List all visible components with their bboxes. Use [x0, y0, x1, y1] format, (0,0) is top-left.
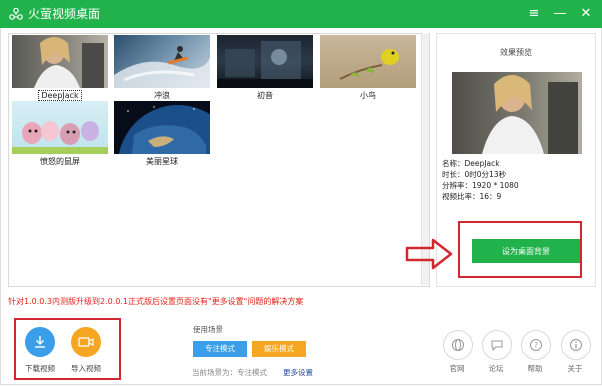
- thumbnail-angry-birds: [12, 101, 108, 154]
- current-scene-text: 当前场景为：专注模式: [192, 368, 267, 377]
- download-label: 下载视频: [25, 364, 55, 373]
- preview-resolution: 分辨率：1920 * 1080: [442, 181, 519, 190]
- about-icon[interactable]: [561, 330, 591, 360]
- preview-info: 名称：DeepJack 时长：0时0分13秒 分辨率：1920 * 1080 视…: [442, 158, 519, 202]
- scene-title: 使用场景: [193, 325, 223, 334]
- gallery-item-angry-birds[interactable]: 愤怒的鼠屏: [12, 101, 108, 167]
- thumbnail-deepjack: [12, 35, 108, 88]
- download-video-button[interactable]: [25, 327, 55, 357]
- forum-icon[interactable]: [482, 330, 512, 360]
- help-label: 帮助: [527, 364, 543, 373]
- gallery-item-planet[interactable]: 美丽星球: [114, 101, 210, 167]
- gallery-item-label: 初音: [257, 91, 273, 100]
- help-icon[interactable]: ?: [521, 330, 551, 360]
- import-label: 导入视频: [71, 364, 101, 373]
- forum-label: 论坛: [488, 364, 504, 373]
- gallery-item-bird[interactable]: 小鸟: [320, 35, 416, 101]
- gallery-item-deepjack[interactable]: DeepJack: [12, 35, 108, 101]
- close-button[interactable]: ✕: [576, 4, 596, 24]
- official-site-icon[interactable]: [443, 330, 473, 360]
- preview-heading: 效果预览: [500, 48, 532, 57]
- import-video-button[interactable]: [71, 327, 101, 357]
- thumbnail-surf: [114, 35, 210, 88]
- thumbnail-planet: [114, 101, 210, 154]
- import-icon: [78, 337, 94, 347]
- menu-icon[interactable]: ≡: [524, 4, 544, 24]
- set-desktop-background-button[interactable]: 设为桌面背景: [472, 239, 580, 263]
- gallery-item-label: 冲浪: [154, 91, 170, 100]
- gallery-item-label: DeepJack: [38, 90, 82, 101]
- title-bar: 火萤视频桌面 ≡ — ✕: [0, 0, 602, 28]
- annotation-arrow-icon: [405, 237, 455, 271]
- minimize-button[interactable]: —: [550, 4, 570, 24]
- more-settings-link[interactable]: 更多设置: [283, 367, 313, 378]
- gallery-item-label: 愤怒的鼠屏: [40, 157, 80, 166]
- app-logo-icon: [8, 6, 24, 22]
- download-icon: [35, 336, 45, 348]
- official-site-label: 官网: [449, 364, 465, 373]
- gallery-item-surf[interactable]: 冲浪: [114, 35, 210, 101]
- gallery-item-label: 美丽星球: [146, 157, 178, 166]
- thumbnail-bird: [320, 35, 416, 88]
- entertain-mode-button[interactable]: 娱乐模式: [252, 341, 306, 357]
- about-label: 关于: [567, 364, 583, 373]
- upgrade-notice-link[interactable]: 针对1.0.0.3内测版升级到2.0.0.1正式版后设置页面没有"更多设置"问题…: [8, 296, 303, 307]
- focus-mode-button[interactable]: 专注模式: [193, 341, 247, 357]
- thumbnail-miku: [217, 35, 313, 88]
- gallery-item-miku[interactable]: 初音: [217, 35, 313, 101]
- preview-image: [452, 72, 582, 154]
- gallery-item-label: 小鸟: [360, 91, 376, 100]
- svg-text:?: ?: [534, 341, 538, 350]
- preview-name: 名称：DeepJack: [442, 159, 500, 168]
- preview-duration: 时长：0时0分13秒: [442, 170, 507, 179]
- app-title: 火萤视频桌面: [28, 7, 101, 21]
- preview-aspect: 视频比率：16：9: [442, 192, 502, 201]
